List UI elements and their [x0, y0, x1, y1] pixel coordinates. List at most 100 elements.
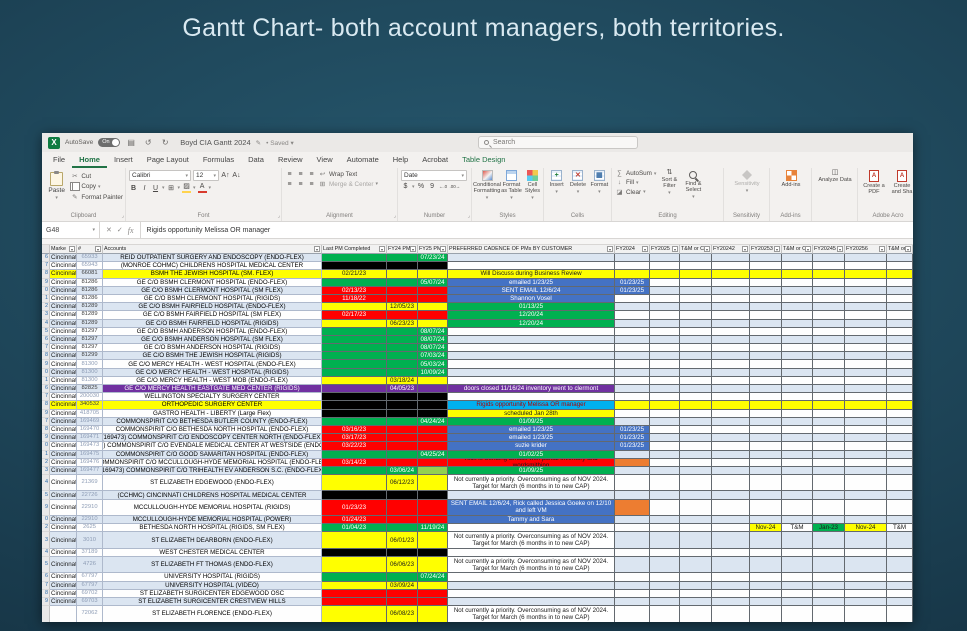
menu-tab-review[interactable]: Review — [271, 152, 310, 168]
enter-icon[interactable]: ✓ — [117, 226, 123, 234]
cell-last[interactable] — [322, 598, 387, 606]
autosave-toggle[interactable]: On — [98, 138, 120, 147]
cell-c2024[interactable] — [615, 328, 650, 336]
dialog-launcher-icon[interactable]: ⌟ — [394, 212, 396, 220]
cell-c2025[interactable] — [650, 606, 680, 622]
cell-c2024[interactable] — [615, 467, 650, 475]
cell-tmcaf[interactable] — [680, 410, 712, 418]
cell-f24[interactable] — [387, 442, 418, 450]
cell-tmcap4[interactable] — [782, 426, 813, 434]
column-header-acct[interactable]: #▾ — [77, 245, 103, 254]
cell-tmcaf[interactable] — [680, 491, 712, 499]
cell-tmcaf[interactable] — [680, 401, 712, 409]
cell-f25[interactable]: 05/03/24 — [418, 360, 448, 368]
cell-last[interactable]: 03/14/23 — [322, 459, 387, 467]
cell-c20242[interactable] — [712, 401, 750, 409]
cell-tmcap4[interactable] — [782, 491, 813, 499]
cell-tmca[interactable] — [887, 360, 913, 368]
cell-c20253[interactable] — [750, 475, 782, 491]
cell-c20256[interactable] — [845, 573, 887, 581]
cell-tmca[interactable] — [887, 500, 913, 516]
cell-f24[interactable] — [387, 369, 418, 377]
cell-pref[interactable] — [448, 352, 615, 360]
market-cell[interactable]: Cincinnati — [50, 262, 77, 270]
cell-last[interactable] — [322, 401, 387, 409]
cell-tmcap4[interactable] — [782, 385, 813, 393]
cell-c20242[interactable] — [712, 500, 750, 516]
account-name-cell[interactable]: WEST CHESTER MEDICAL CENTER — [103, 549, 322, 557]
account-name-cell[interactable]: (169473) COMMONSPIRIT C/O TRIHEALTH EV A… — [103, 467, 322, 475]
cell-pref[interactable]: SENT EMAIL 12/6/24 — [448, 287, 615, 295]
cell-c20242[interactable] — [712, 516, 750, 524]
align-middle-icon[interactable]: ≡ — [296, 171, 305, 178]
cell-c20245[interactable] — [813, 303, 845, 311]
cell-f24[interactable] — [387, 270, 418, 278]
cell-c2025[interactable] — [650, 303, 680, 311]
cell-c20256[interactable] — [845, 410, 887, 418]
cell-c20253[interactable] — [750, 467, 782, 475]
cell-pref[interactable]: Tammy and Sara — [448, 516, 615, 524]
cell-f25[interactable] — [418, 590, 448, 598]
cell-c20253[interactable] — [750, 385, 782, 393]
account-number-cell[interactable]: 81299 — [77, 352, 103, 360]
cell-tmca[interactable] — [887, 451, 913, 459]
cell-tmcap4[interactable] — [782, 270, 813, 278]
decrease-decimal-icon[interactable]: .00→ — [450, 184, 461, 189]
create-pdf-button[interactable]: ACreate a PDF — [861, 170, 887, 195]
cell-tmcaf[interactable] — [680, 311, 712, 319]
cut-button[interactable]: ✂Cut — [70, 172, 123, 180]
account-number-cell[interactable]: 81286 — [77, 287, 103, 295]
cell-c2025[interactable] — [650, 434, 680, 442]
cell-c20256[interactable] — [845, 320, 887, 328]
cell-c20253[interactable] — [750, 598, 782, 606]
cell-c20256[interactable] — [845, 606, 887, 622]
cell-pref[interactable] — [448, 254, 615, 262]
cell-c20253[interactable] — [750, 336, 782, 344]
cell-c20242[interactable] — [712, 532, 750, 548]
account-number-cell[interactable]: 169476 — [77, 459, 103, 467]
cell-pref[interactable]: 01/02/25 — [448, 451, 615, 459]
account-name-cell[interactable]: COMMONSPIRIT C/O BETHESDA BUTLER COUNTY … — [103, 418, 322, 426]
market-cell[interactable]: Cincinnati — [50, 459, 77, 467]
cell-c2025[interactable] — [650, 328, 680, 336]
cell-c2025[interactable] — [650, 475, 680, 491]
cell-c20242[interactable] — [712, 475, 750, 491]
cell-last[interactable] — [322, 606, 387, 622]
cell-f24[interactable] — [387, 549, 418, 557]
cell-c2024[interactable]: 01/23/25 — [615, 279, 650, 287]
account-name-cell[interactable]: MCCULLOUGH-HYDE MEMORIAL HOSPITAL (POWER… — [103, 516, 322, 524]
account-name-cell[interactable]: GE C/O BSMH FAIRFIELD HOSPITAL (SM FLEX) — [103, 311, 322, 319]
cell-f24[interactable]: 06/01/23 — [387, 532, 418, 548]
cell-tmcaf[interactable] — [680, 524, 712, 532]
cell-c2024[interactable] — [615, 262, 650, 270]
account-name-cell[interactable]: ST ELIZABETH FT THOMAS (ENDO-FLEX) — [103, 557, 322, 573]
cell-tmcaf[interactable] — [680, 590, 712, 598]
cell-last[interactable] — [322, 590, 387, 598]
column-header-c2024[interactable]: FY2024▾ — [615, 245, 650, 254]
cell-c20245[interactable] — [813, 434, 845, 442]
align-left-icon[interactable]: ≡ — [285, 181, 294, 188]
cell-pref[interactable] — [448, 262, 615, 270]
market-cell[interactable] — [50, 606, 77, 622]
cell-f24[interactable] — [387, 287, 418, 295]
cell-tmcaf[interactable] — [680, 598, 712, 606]
cell-c20242[interactable] — [712, 573, 750, 581]
cell-last[interactable] — [322, 582, 387, 590]
account-name-cell[interactable]: GE C/O BSMH THE JEWISH HOSPITAL (RIGIDS) — [103, 352, 322, 360]
cell-tmca[interactable] — [887, 328, 913, 336]
cell-c20256[interactable] — [845, 532, 887, 548]
cell-tmcaf[interactable] — [680, 500, 712, 516]
account-name-cell[interactable]: ST ELIZABETH EDGEWOOD (ENDO-FLEX) — [103, 475, 322, 491]
cell-c20245[interactable] — [813, 549, 845, 557]
cell-tmca[interactable] — [887, 393, 913, 401]
account-number-cell[interactable]: 69703 — [77, 598, 103, 606]
add-ins-button[interactable]: Add-ins — [776, 170, 806, 188]
cell-f24[interactable]: 03/09/24 — [387, 582, 418, 590]
cell-c20242[interactable] — [712, 410, 750, 418]
cell-c2024[interactable] — [615, 582, 650, 590]
cell-f24[interactable] — [387, 459, 418, 467]
cell-c20242[interactable] — [712, 287, 750, 295]
cell-tmcap4[interactable] — [782, 516, 813, 524]
cell-f24[interactable] — [387, 279, 418, 287]
cell-c20242[interactable] — [712, 598, 750, 606]
